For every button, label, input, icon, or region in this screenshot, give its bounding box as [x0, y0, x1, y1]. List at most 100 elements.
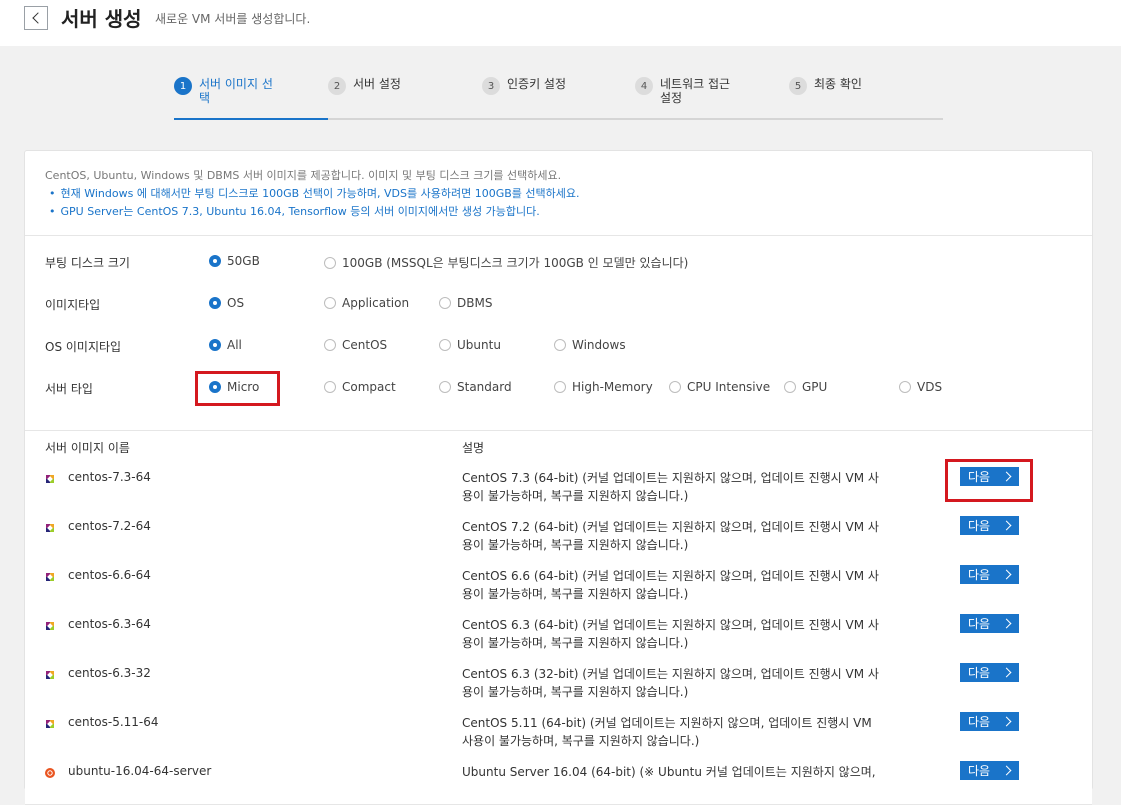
- info-intro: CentOS, Ubuntu, Windows 및 DBMS 서버 이미지를 제…: [45, 169, 562, 182]
- image-description: CentOS 7.2 (64-bit) (커널 업데이트는 지원하지 않으며, …: [462, 520, 879, 552]
- step-5[interactable]: 5 최종 확인: [789, 77, 862, 95]
- image-description: CentOS 7.3 (64-bit) (커널 업데이트는 지원하지 않으며, …: [462, 471, 879, 503]
- radio-gpu[interactable]: GPU: [784, 380, 827, 394]
- radio-os[interactable]: OS: [209, 296, 244, 310]
- radio-label: OS: [227, 296, 245, 310]
- step-number: 1: [174, 77, 192, 95]
- image-name: centos-6.6-64: [68, 568, 151, 582]
- radio-icon: [669, 381, 681, 393]
- radio-application[interactable]: Application: [324, 296, 409, 310]
- radio-label: GPU: [802, 380, 828, 394]
- chevron-right-icon: [1001, 716, 1012, 727]
- chevron-left-icon[interactable]: [24, 6, 48, 30]
- step-label: 네트워크 접근 설정: [660, 77, 731, 105]
- step-label: 서버 설정: [353, 77, 401, 91]
- chevron-right-icon: [1001, 618, 1012, 629]
- table-row: centos-7.3-64 CentOS 7.3 (64-bit) (커널 업데이…: [25, 461, 1092, 511]
- radio-label: Compact: [342, 380, 396, 394]
- wizard-steps: 1 서버 이미지 선택 2 서버 설정 3 인증키 설정 4 네트워크 접근 설정…: [174, 72, 943, 120]
- table-row: centos-6.3-32 CentOS 6.3 (32-bit) (커널 업데이…: [25, 657, 1092, 707]
- step-3[interactable]: 3 인증키 설정: [482, 77, 566, 95]
- highlight-box-next: [945, 459, 1033, 502]
- radio-icon: [439, 339, 451, 351]
- chevron-right-icon: [1001, 765, 1012, 776]
- radio-selected-icon: [209, 255, 221, 267]
- centos-icon: [46, 475, 54, 483]
- radio-icon: [324, 256, 336, 269]
- radio-cpu-intensive[interactable]: CPU Intensive: [669, 380, 770, 394]
- next-button[interactable]: 다음: [960, 663, 1019, 682]
- next-button[interactable]: 다음: [960, 712, 1019, 731]
- next-button[interactable]: 다음: [960, 614, 1019, 633]
- radio-icon: [324, 339, 336, 351]
- boot-disk-label: 부팅 디스크 크기: [45, 256, 130, 270]
- next-button-label: 다음: [968, 764, 991, 778]
- page-subtitle: 새로운 VM 서버를 생성합니다.: [155, 12, 311, 26]
- image-description: CentOS 6.3 (64-bit) (커널 업데이트는 지원하지 않으며, …: [462, 618, 879, 650]
- centos-icon: [46, 671, 54, 679]
- step-number: 5: [789, 77, 807, 95]
- step-4[interactable]: 4 네트워크 접근 설정: [635, 77, 730, 105]
- step-number: 2: [328, 77, 346, 95]
- chevron-right-icon: [1001, 569, 1012, 580]
- step-2[interactable]: 2 서버 설정: [328, 77, 401, 95]
- chevron-right-icon: [1001, 520, 1012, 531]
- radio-label: All: [227, 338, 242, 352]
- os-image-type-row: OS 이미지타입 All CentOS Ubuntu Windows: [45, 335, 1075, 355]
- next-button-label: 다음: [968, 666, 991, 680]
- table-row: centos-7.2-64 CentOS 7.2 (64-bit) (커널 업데이…: [25, 510, 1092, 560]
- table-row: ubuntu-16.04-64-server Ubuntu Server 16.0…: [25, 755, 1092, 805]
- centos-icon: [46, 720, 54, 728]
- radio-standard[interactable]: Standard: [439, 380, 512, 394]
- radio-label: Ubuntu: [457, 338, 501, 352]
- table-row: centos-6.6-64 CentOS 6.6 (64-bit) (커널 업데이…: [25, 559, 1092, 609]
- table-row: centos-5.11-64 CentOS 5.11 (64-bit) (커널 업…: [25, 706, 1092, 756]
- server-type-label: 서버 타입: [45, 382, 93, 396]
- info-text: CentOS, Ubuntu, Windows 및 DBMS 서버 이미지를 제…: [45, 167, 580, 221]
- radio-icon: [554, 339, 566, 351]
- image-name: centos-6.3-64: [68, 617, 151, 631]
- next-button[interactable]: 다음: [960, 565, 1019, 584]
- next-button[interactable]: 다음: [960, 761, 1019, 780]
- radio-windows[interactable]: Windows: [554, 338, 626, 352]
- radio-all[interactable]: All: [209, 338, 242, 352]
- image-type-row: 이미지타입 OS Application DBMS: [45, 293, 1075, 313]
- boot-disk-row: 부팅 디스크 크기 50GB 100GB (MSSQL은 부팅디스크 크기가 1…: [45, 251, 1075, 271]
- next-button[interactable]: 다음: [960, 516, 1019, 535]
- radio-label: CPU Intensive: [687, 380, 771, 394]
- radio-vds[interactable]: VDS: [899, 380, 942, 394]
- step-label: 최종 확인: [814, 77, 862, 91]
- image-description: CentOS 6.6 (64-bit) (커널 업데이트는 지원하지 않으며, …: [462, 569, 879, 601]
- radio-selected-icon: [209, 297, 221, 309]
- radio-50gb[interactable]: 50GB: [209, 254, 260, 268]
- next-button-label: 다음: [968, 568, 991, 582]
- radio-dbms[interactable]: DBMS: [439, 296, 492, 310]
- image-selection-card: CentOS, Ubuntu, Windows 및 DBMS 서버 이미지를 제…: [24, 150, 1093, 805]
- radio-icon: [439, 381, 451, 393]
- step-number: 3: [482, 77, 500, 95]
- ubuntu-icon: [45, 768, 55, 778]
- divider: [25, 235, 1092, 236]
- image-name: centos-7.3-64: [68, 470, 151, 484]
- radio-100gb[interactable]: 100GB (MSSQL은 부팅디스크 크기가 100GB 인 모델만 있습니다…: [324, 254, 688, 271]
- radio-selected-icon: [209, 339, 221, 351]
- centos-icon: [46, 622, 54, 630]
- chevron-right-icon: [1001, 667, 1012, 678]
- page-header: 서버 생성 새로운 VM 서버를 생성합니다.: [0, 0, 1121, 46]
- radio-label: Application: [342, 296, 410, 310]
- radio-compact[interactable]: Compact: [324, 380, 396, 394]
- centos-icon: [46, 524, 54, 532]
- col-header-name: 서버 이미지 이름: [45, 441, 130, 455]
- info-note: 현재 Windows 에 대해서만 부팅 디스크로 100GB 선택이 가능하며…: [45, 185, 580, 203]
- step-1[interactable]: 1 서버 이미지 선택: [174, 77, 273, 105]
- image-name: centos-6.3-32: [68, 666, 151, 680]
- centos-icon: [46, 573, 54, 581]
- info-note: GPU Server는 CentOS 7.3, Ubuntu 16.04, Te…: [45, 203, 580, 221]
- radio-icon: [554, 381, 566, 393]
- radio-label: CentOS: [342, 338, 388, 352]
- radio-centos[interactable]: CentOS: [324, 338, 387, 352]
- radio-high-memory[interactable]: High-Memory: [554, 380, 653, 394]
- image-name: centos-5.11-64: [68, 715, 159, 729]
- radio-ubuntu[interactable]: Ubuntu: [439, 338, 501, 352]
- step-label: 서버 이미지 선택: [199, 77, 273, 105]
